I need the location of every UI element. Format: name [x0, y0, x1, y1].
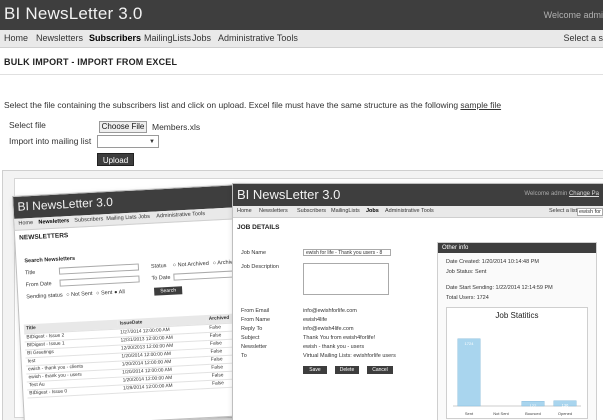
- mini-cancel-button: Cancel: [367, 366, 393, 374]
- chart-title: Job Statitics: [495, 311, 539, 320]
- newsletters-screenshot: BI NewsLetter 3.0 Home Newsletters Subsc…: [12, 183, 256, 420]
- field-label: From Email: [241, 308, 270, 314]
- mini-save-button: Save: [303, 366, 327, 374]
- chart-category-label: Opened: [558, 411, 572, 416]
- selected-file-name: Members.xls: [152, 122, 201, 132]
- job-name-input: ewish for life - Thank you users - 8: [303, 249, 391, 256]
- field-label: From Name: [241, 317, 271, 323]
- info-line: Date Start Sending: 1/22/2014 12:14:59 P…: [446, 285, 553, 291]
- mini-sending-opt1: ○ Not Sent: [66, 290, 93, 299]
- chart-data-label: 136: [562, 403, 569, 408]
- chart-data-label: 122: [530, 403, 537, 408]
- chart-category-label: Sent: [465, 411, 474, 416]
- instruction-body: Select the file containing the subscribe…: [4, 100, 459, 110]
- page-title: BULK IMPORT - IMPORT FROM EXCEL: [4, 57, 178, 67]
- mini-nav-subscribers: Subscribers: [297, 208, 327, 214]
- mini-search-button: Search: [153, 286, 183, 296]
- mini-from-date-label: From Date: [25, 281, 52, 289]
- field-value: Thank You from ewish4forlife!: [303, 335, 376, 341]
- chart-category-label: Bounced: [525, 411, 541, 416]
- info-line: Job Status: Sent: [446, 269, 487, 275]
- field-value: info@ewishforlife.com: [303, 308, 357, 314]
- chart-category-label: Not Sent: [493, 411, 509, 416]
- mini-nav: Home Newsletters Subscribers MailingList…: [233, 206, 603, 218]
- instruction-text: Select the file containing the subscribe…: [4, 100, 501, 110]
- field-label: To: [241, 353, 247, 359]
- mini-heading: NEWSLETTERS: [19, 232, 69, 242]
- mini-header: BI NewsLetter 3.0 Welcome admin Change P…: [233, 184, 603, 206]
- info-line: Total Users: 1724: [446, 295, 489, 301]
- mailing-list-label: Import into mailing list: [9, 136, 92, 146]
- mini-nav-newsletters: Newsletters: [38, 218, 70, 226]
- mini-nav-admin: Administrative Tools: [156, 210, 206, 220]
- mini-nav-admin: Administrative Tools: [385, 208, 434, 214]
- other-info-panel: Other info Date Created: 1/20/2014 10:14…: [437, 242, 597, 420]
- mini-search-heading: Search Newsletters: [24, 255, 76, 265]
- mailing-list-select[interactable]: ▼: [97, 135, 159, 148]
- mini-title-input: [58, 263, 140, 275]
- other-info-title: Other info: [438, 243, 596, 253]
- info-line: Date Created: 1/20/2014 10:14:48 PM: [446, 259, 539, 265]
- mailing-list-selector-label[interactable]: Select a s: [563, 33, 603, 43]
- mini-delete-button: Delete: [335, 366, 359, 374]
- job-statistics-svg: 1724 Sent Not Sent 122 Bounced 136 Opened: [453, 338, 581, 416]
- mini-nav-mailinglists: Mailing Lists: [106, 214, 137, 223]
- sample-file-link[interactable]: sample file: [460, 100, 501, 110]
- title-divider: [0, 74, 603, 75]
- mini-nav-jobs: Jobs: [366, 208, 379, 214]
- upload-button[interactable]: Upload: [97, 153, 134, 166]
- job-statistics-chart: Job Statitics 1724 Sent Not Sent 122 Bounced…: [446, 307, 588, 419]
- field-value: info@ewish4life.com: [303, 326, 354, 332]
- mini-welcome: Welcome admin Change Pa: [524, 191, 599, 197]
- mini-heading: JOB DETAILS: [237, 224, 280, 231]
- newsletters-table: Title IssueDate Archived BIDigest - Issu…: [23, 312, 250, 398]
- field-label: Newsletter: [241, 344, 267, 350]
- mini-app-title: BI NewsLetter 3.0: [237, 187, 341, 202]
- app-title: BI NewsLetter 3.0: [4, 4, 143, 23]
- job-desc-label: Job Description: [241, 264, 279, 270]
- mini-status-opt1: ○ Not Archived: [172, 260, 210, 269]
- job-details-screenshot: BI NewsLetter 3.0 Welcome admin Change P…: [232, 183, 603, 420]
- mini-nav-mailinglists: MailingLists: [331, 208, 360, 214]
- select-file-label: Select file: [9, 120, 46, 130]
- mini-to-date-input: [173, 270, 236, 281]
- mini-nav-home: Home: [18, 219, 34, 227]
- chart-data-label: 1724: [465, 341, 475, 346]
- mini-nav-jobs: Jobs: [138, 213, 151, 221]
- mini-sending-opt3: ● All: [114, 289, 126, 296]
- field-value: ewish - thank you - users: [303, 344, 365, 350]
- mini-sending-opt2: ○ Sent: [96, 289, 113, 297]
- job-name-label: Job Name: [241, 250, 267, 256]
- field-value: Virtual Mailing Lists: ewishforlife user…: [303, 353, 396, 359]
- field-value: ewish4life: [303, 317, 328, 323]
- mini-from-date-input: [59, 275, 140, 287]
- mini-sending-label: Sending status: [26, 292, 63, 301]
- main-nav: Home Newsletters Subscribers MailingList…: [0, 30, 603, 48]
- job-desc-textarea: [303, 263, 389, 295]
- mini-to-date-label: To Date: [151, 274, 171, 282]
- mini-nav-newsletters: Newsletters: [259, 208, 288, 214]
- chart-bar-sent: [457, 338, 481, 407]
- nav-jobs[interactable]: Jobs: [192, 33, 211, 43]
- mini-app-title: BI NewsLetter 3.0: [17, 194, 114, 214]
- mini-nav-home: Home: [237, 208, 252, 214]
- choose-file-button[interactable]: Choose File: [99, 121, 147, 133]
- mini-select-label: Select a list: [549, 208, 578, 214]
- app-header: BI NewsLetter 3.0 Welcome admi: [0, 0, 603, 30]
- chevron-down-icon: ▼: [149, 139, 155, 145]
- nav-mailinglists[interactable]: MailingLists: [144, 33, 191, 43]
- welcome-text: Welcome admi: [543, 10, 603, 20]
- mini-status-label: Status: [150, 263, 167, 270]
- nav-subscribers[interactable]: Subscribers: [89, 33, 141, 43]
- mini-title-label: Title: [24, 269, 36, 277]
- mini-nav-subscribers: Subscribers: [74, 216, 104, 224]
- nav-newsletters[interactable]: Newsletters: [36, 33, 83, 43]
- field-label: Reply To: [241, 326, 263, 332]
- nav-administrative-tools[interactable]: Administrative Tools: [218, 33, 298, 43]
- field-label: Subject: [241, 335, 260, 341]
- nav-home[interactable]: Home: [4, 33, 28, 43]
- mini-select-value: ewish for: [577, 208, 603, 216]
